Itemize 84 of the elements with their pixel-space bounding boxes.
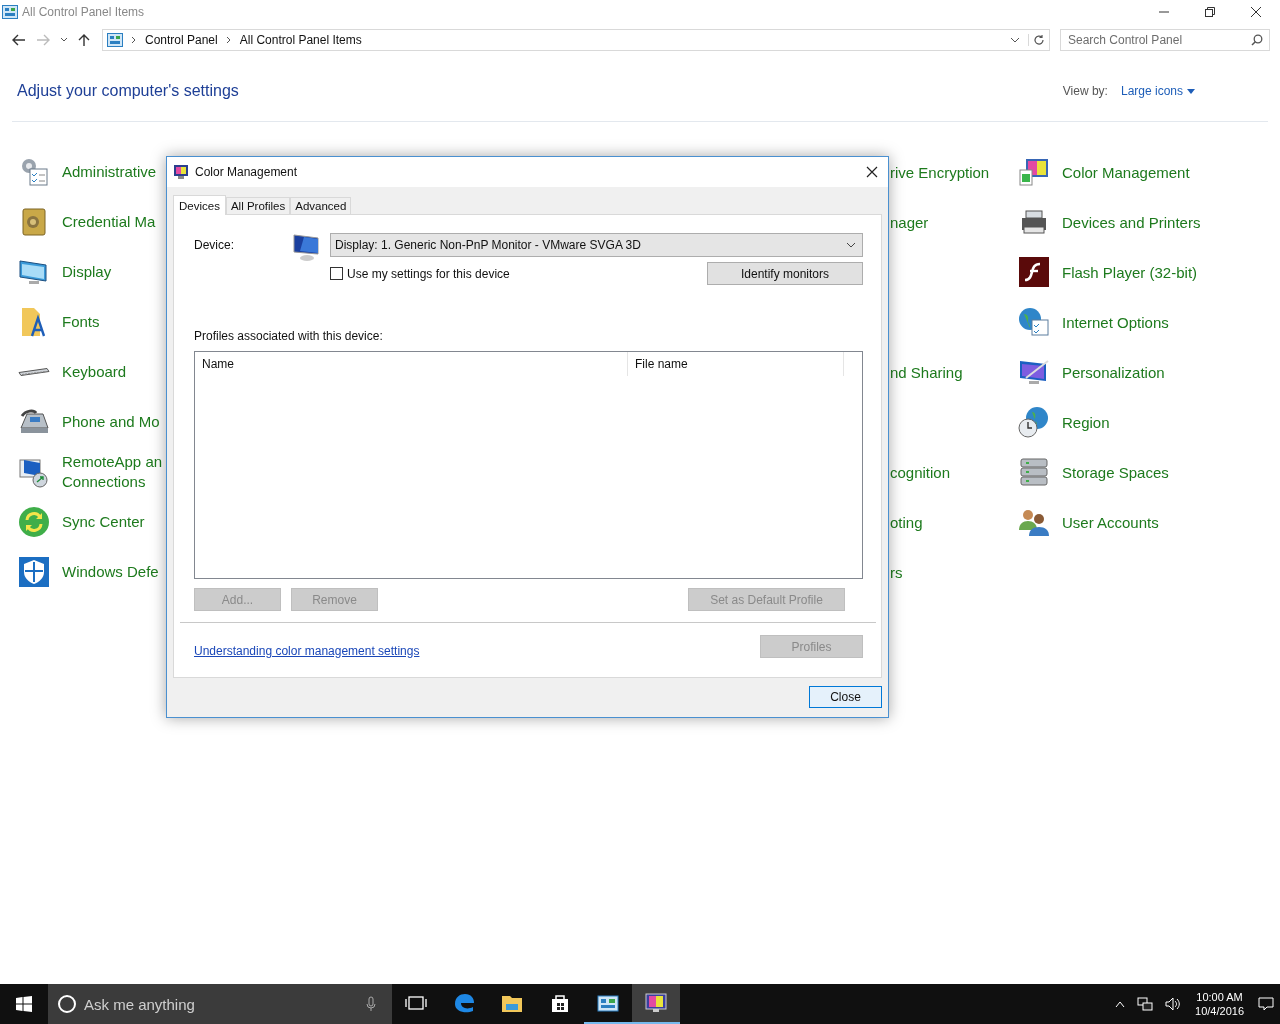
control-panel-item[interactable]: Flash Player (32-bit): [1062, 263, 1198, 281]
checkbox-label: Use my settings for this device: [347, 266, 510, 281]
monitor-icon: [292, 233, 322, 263]
search-field[interactable]: Search Control Panel: [1060, 29, 1270, 51]
profiles-label: Profiles associated with this device:: [194, 329, 384, 343]
view-by-dropdown[interactable]: Large icons: [1120, 84, 1195, 98]
dropdown-caret-icon: [846, 242, 856, 248]
dropdown-caret-icon[interactable]: [1010, 37, 1020, 43]
identify-monitors-button[interactable]: Identify monitors: [707, 262, 863, 285]
up-button[interactable]: [78, 33, 90, 47]
control-panel-item[interactable]: Administrative: [62, 162, 157, 182]
control-panel-item[interactable]: RemoteApp an Connections: [62, 452, 163, 492]
browser-icon: [452, 992, 476, 1014]
microphone-icon: [366, 996, 376, 1012]
control-panel-item[interactable]: Storage Spaces: [1062, 463, 1169, 481]
close-dialog-button[interactable]: Close: [809, 686, 882, 708]
shield-icon: [18, 556, 50, 588]
volume-icon[interactable]: [1165, 997, 1182, 1011]
color-monitor-icon: [173, 164, 189, 180]
control-panel-item[interactable]: Region: [1062, 413, 1110, 431]
globe-icon: [1018, 306, 1050, 338]
dropdown-caret-icon: [1187, 88, 1195, 94]
keyboard-icon: [18, 367, 50, 377]
show-hidden-icons-button[interactable]: [1115, 1000, 1126, 1008]
device-label: Device:: [194, 237, 235, 252]
color-monitor-icon: [644, 992, 668, 1014]
window-title: All Control Panel Items: [22, 5, 145, 19]
control-panel-item[interactable]: rive Encryption: [890, 163, 990, 181]
control-panel-item[interactable]: Internet Options: [1062, 313, 1169, 331]
breadcrumb[interactable]: All Control Panel Items: [239, 33, 362, 47]
view-by-label: View by:: [1062, 84, 1108, 98]
breadcrumb[interactable]: Control Panel: [145, 33, 218, 47]
page-heading: Adjust your computer's settings: [17, 82, 239, 100]
dialog-title: Color Management: [195, 165, 298, 179]
column-header[interactable]: File name: [628, 352, 844, 376]
control-panel-item[interactable]: rs: [890, 563, 903, 581]
tab[interactable]: Advanced: [290, 197, 352, 214]
control-panel-item[interactable]: nd Sharing: [890, 363, 963, 381]
control-panel-item[interactable]: cognition: [890, 463, 951, 481]
device-dropdown[interactable]: Display: 1. Generic Non-PnP Monitor - VMware SVGA 3D: [330, 233, 863, 257]
control-panel-item[interactable]: User Accounts: [1062, 513, 1159, 531]
control-panel-item[interactable]: Fonts: [62, 312, 100, 332]
column-header[interactable]: Name: [195, 352, 628, 376]
control-panel-item[interactable]: oting: [890, 513, 923, 531]
windows-logo-icon: [16, 996, 32, 1012]
control-panel-icon: [107, 33, 123, 47]
help-link[interactable]: Understanding color management settings: [194, 635, 420, 658]
control-panel-icon: [2, 5, 18, 19]
close-button[interactable]: [866, 166, 878, 178]
control-panel-item[interactable]: Keyboard: [62, 362, 127, 382]
control-panel-item[interactable]: Display: [62, 262, 112, 282]
clock[interactable]: 10:00 AM 10/4/2016: [1187, 990, 1252, 1018]
tab[interactable]: Devices: [173, 195, 226, 215]
chevron-icon: [225, 36, 232, 44]
control-panel-item[interactable]: Phone and Mo: [62, 412, 160, 432]
circle-icon: [57, 994, 77, 1014]
notifications-icon[interactable]: [1258, 996, 1274, 1012]
control-panel-item[interactable]: nager: [890, 213, 929, 231]
remote-monitor-icon: [18, 456, 50, 488]
close-button[interactable]: [1250, 6, 1262, 18]
color-monitor-icon: [1018, 156, 1050, 188]
refresh-icon[interactable]: [1028, 34, 1045, 46]
tab[interactable]: All Profiles: [225, 197, 291, 214]
control-panel-icon: [596, 992, 620, 1014]
globe-clock-icon: [1018, 406, 1050, 438]
cortana-search-field[interactable]: Ask me anything: [48, 984, 392, 1024]
control-panel-item[interactable]: Sync Center: [62, 512, 145, 532]
control-panel-item[interactable]: Color Management: [1062, 163, 1190, 181]
flash-icon: [1018, 256, 1050, 288]
drives-icon: [1018, 456, 1050, 488]
taskbar-button[interactable]: [632, 984, 680, 1024]
checkbox[interactable]: [330, 267, 343, 280]
restore-button[interactable]: [1204, 6, 1216, 18]
recent-caret-icon[interactable]: [60, 37, 68, 43]
control-panel-item[interactable]: Personalization: [1062, 363, 1165, 381]
control-panel-item[interactable]: Devices and Printers: [1062, 213, 1201, 231]
network-icon[interactable]: [1137, 997, 1154, 1011]
address-bar[interactable]: Control Panel All Control Panel Items: [102, 29, 1050, 51]
chevron-icon: [131, 36, 137, 44]
control-panel-item[interactable]: Credential Ma: [62, 212, 156, 232]
control-panel-item[interactable]: Windows Defe: [62, 562, 159, 582]
sync-icon: [18, 506, 50, 538]
back-button[interactable]: [12, 34, 26, 46]
search-icon: [1251, 34, 1263, 46]
